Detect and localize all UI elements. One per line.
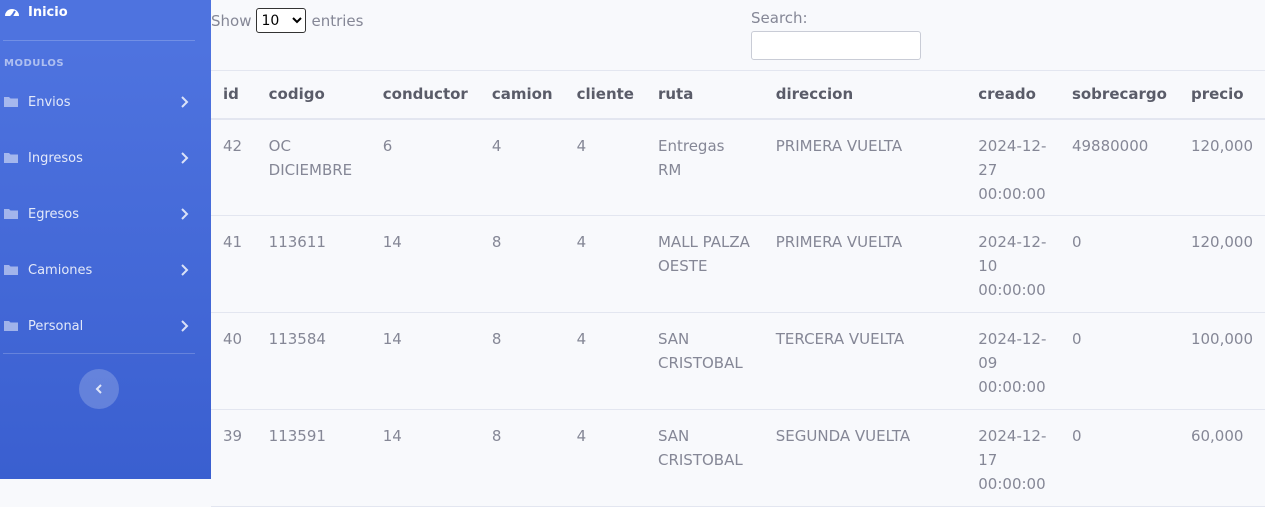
column-header-cliente[interactable]: cliente <box>565 71 646 119</box>
table-cell: 120,000 <box>1179 119 1265 216</box>
column-header-ruta[interactable]: ruta <box>646 71 764 119</box>
table-cell: 14 <box>371 410 480 507</box>
table-cell: SAN CRISTOBAL <box>646 313 764 410</box>
sidebar-item-egresos[interactable]: Egresos <box>4 203 194 225</box>
table-cell: 39 <box>211 410 257 507</box>
sidebar-heading: MODULOS <box>4 58 64 69</box>
column-header-sobrecargo[interactable]: sobrecargo <box>1060 71 1179 119</box>
table-row: 41 113611 14 8 4 MALL PALZA OESTE PRIMER… <box>211 216 1265 313</box>
tachometer-icon <box>4 4 20 20</box>
table-cell: 2024-12-27 00:00:00 <box>966 119 1060 216</box>
table-cell: 8 <box>480 216 565 313</box>
table-cell: 8 <box>480 410 565 507</box>
sidebar-item-personal[interactable]: Personal <box>4 315 194 337</box>
sidebar-item-label: Egresos <box>28 207 79 222</box>
table-cell: 49880000 <box>1060 119 1179 216</box>
sidebar-item-camiones[interactable]: Camiones <box>4 259 194 281</box>
column-header-codigo[interactable]: codigo <box>257 71 371 119</box>
table-row: 42 OC DICIEMBRE 6 4 4 Entregas RM PRIMER… <box>211 119 1265 216</box>
sidebar-toggle-button[interactable] <box>79 369 119 409</box>
table-cell: 0 <box>1060 313 1179 410</box>
table-cell: 113611 <box>257 216 371 313</box>
column-header-camion[interactable]: camion <box>480 71 565 119</box>
table-cell: 0 <box>1060 410 1179 507</box>
table-cell: 113591 <box>257 410 371 507</box>
data-table: id codigo conductor camion cliente ruta … <box>211 70 1265 507</box>
folder-icon <box>4 320 18 332</box>
table-cell: OC DICIEMBRE <box>257 119 371 216</box>
table-cell: Entregas RM <box>646 119 764 216</box>
column-header-conductor[interactable]: conductor <box>371 71 480 119</box>
chevron-left-icon <box>94 383 104 395</box>
table-cell: 2024-12-10 00:00:00 <box>966 216 1060 313</box>
table-row: 39 113591 14 8 4 SAN CRISTOBAL SEGUNDA V… <box>211 410 1265 507</box>
table-cell: 2024-12-17 00:00:00 <box>966 410 1060 507</box>
table-cell: 41 <box>211 216 257 313</box>
folder-icon <box>4 152 18 164</box>
sidebar-item-envios[interactable]: Envios <box>4 91 194 113</box>
table-cell: TERCERA VUELTA <box>764 313 967 410</box>
table-cell: 4 <box>565 410 646 507</box>
table-cell: 8 <box>480 313 565 410</box>
table-cell: PRIMERA VUELTA <box>764 216 967 313</box>
table-cell: 42 <box>211 119 257 216</box>
chevron-right-icon <box>180 319 190 333</box>
sidebar-divider <box>3 353 195 354</box>
nav-home[interactable]: Inicio <box>4 4 68 20</box>
show-label: Show <box>211 12 251 30</box>
table-cell: 4 <box>565 313 646 410</box>
search-label: Search: <box>751 9 808 27</box>
search-input[interactable] <box>751 31 921 60</box>
table-cell: MALL PALZA OESTE <box>646 216 764 313</box>
table-cell: 120,000 <box>1179 216 1265 313</box>
sidebar-item-ingresos[interactable]: Ingresos <box>4 147 194 169</box>
entries-length-control: Show 10 entries <box>211 8 363 33</box>
table-row: 40 113584 14 8 4 SAN CRISTOBAL TERCERA V… <box>211 313 1265 410</box>
sidebar-divider <box>3 40 195 41</box>
table-cell: 2024-12-09 00:00:00 <box>966 313 1060 410</box>
table-cell: SEGUNDA VUELTA <box>764 410 967 507</box>
table-header-row: id codigo conductor camion cliente ruta … <box>211 71 1265 119</box>
column-header-direccion[interactable]: direccion <box>764 71 967 119</box>
table-cell: 14 <box>371 313 480 410</box>
table-cell: 4 <box>565 216 646 313</box>
chevron-right-icon <box>180 207 190 221</box>
chevron-right-icon <box>180 151 190 165</box>
table-cell: 4 <box>480 119 565 216</box>
column-header-creado[interactable]: creado <box>966 71 1060 119</box>
table-cell: 0 <box>1060 216 1179 313</box>
column-header-precio[interactable]: precio <box>1179 71 1265 119</box>
table-cell: 4 <box>565 119 646 216</box>
entries-label: entries <box>311 12 363 30</box>
table-cell: SAN CRISTOBAL <box>646 410 764 507</box>
nav-home-label: Inicio <box>28 5 68 20</box>
table-cell: 100,000 <box>1179 313 1265 410</box>
main-content: Show 10 entries Search: id codigo conduc… <box>211 0 1265 479</box>
sidebar-item-label: Envios <box>28 95 71 110</box>
sidebar: Inicio MODULOS Envios Ingresos Egresos C… <box>0 0 211 479</box>
column-header-id[interactable]: id <box>211 71 257 119</box>
sidebar-item-label: Ingresos <box>28 151 83 166</box>
table-cell: PRIMERA VUELTA <box>764 119 967 216</box>
sidebar-item-label: Camiones <box>28 263 92 278</box>
table-cell: 113584 <box>257 313 371 410</box>
folder-icon <box>4 208 18 220</box>
table-cell: 14 <box>371 216 480 313</box>
chevron-right-icon <box>180 263 190 277</box>
folder-icon <box>4 264 18 276</box>
sidebar-item-label: Personal <box>28 319 83 334</box>
table-cell: 40 <box>211 313 257 410</box>
chevron-right-icon <box>180 95 190 109</box>
folder-icon <box>4 96 18 108</box>
table-cell: 6 <box>371 119 480 216</box>
table-cell: 60,000 <box>1179 410 1265 507</box>
entries-select[interactable]: 10 <box>256 8 306 33</box>
